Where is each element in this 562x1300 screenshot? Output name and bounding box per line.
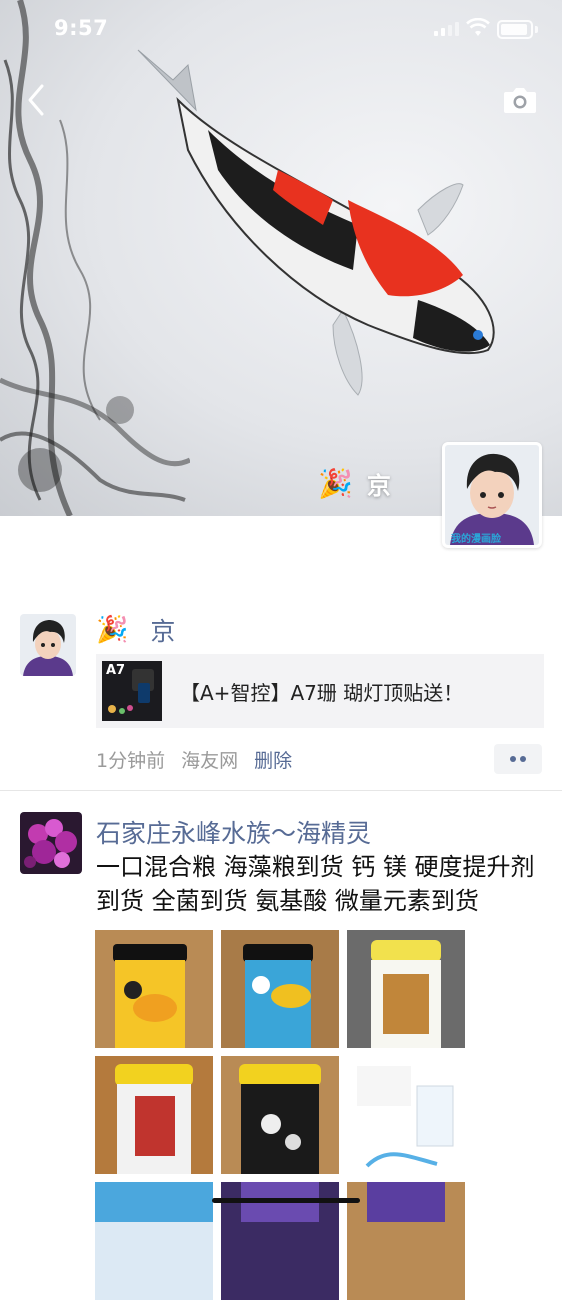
status-bar: 9:57 [0,0,562,60]
back-chevron-icon[interactable] [22,82,52,118]
post-avatar[interactable] [20,812,82,874]
link-thumbnail: A7 [102,661,162,721]
more-dots-icon[interactable] [494,744,542,774]
product-photo-4[interactable] [95,1056,213,1174]
battery-tip [535,26,538,33]
avatar-caption: 我的漫画脸 [451,532,502,545]
koi-fish-art [137,49,495,396]
shared-link-card[interactable]: A7 【A+智控】A7珊 瑚灯顶贴送！ [96,654,544,728]
product-photo-7[interactable] [95,1182,213,1300]
status-time: 9:57 [54,16,109,40]
coral-light-product-art [108,669,154,714]
cover-image[interactable] [0,0,562,516]
product-photo-9[interactable] [347,1182,465,1300]
moment-post: 🎉 京 A7 【A+智控】A7珊 瑚灯顶贴送！ 1分钟前 海友网 删除 [0,598,562,790]
link-title: 【A+智控】A7珊 瑚灯顶贴送！ [180,680,464,705]
product-photo-3[interactable] [347,930,465,1048]
product-photo-6[interactable] [347,1056,465,1174]
post-avatar[interactable] [20,614,76,676]
coral-avatar-art [20,812,82,874]
battery-icon [497,20,533,39]
party-popper-emoji: 🎉 [96,615,129,645]
post-author-name: 京 [150,617,176,646]
post-author[interactable]: 🎉 京 [96,612,175,648]
product-photo-1[interactable] [95,930,213,1048]
product-photo-2[interactable] [221,930,339,1048]
wifi-icon [466,18,490,36]
post-author-name[interactable]: 石家庄永峰水族～海精灵 [96,814,371,850]
cellular-signal-icon [434,22,459,36]
camera-icon[interactable] [502,86,538,114]
feed-divider [0,790,562,791]
post-source: 海友网 [181,750,239,772]
post-meta: 1分钟前 海友网 删除 [96,746,292,773]
moment-post: 石家庄永峰水族～海精灵 一口混合粮 海藻粮到货 钙 镁 硬度提升剂到货 全菌到货… [0,808,562,1300]
post-text: 一口混合粮 海藻粮到货 钙 镁 硬度提升剂到货 全菌到货 氨基酸 微量元素到货 [96,853,535,915]
post-time: 1分钟前 [96,750,166,772]
home-indicator[interactable] [212,1198,360,1203]
product-photo-5[interactable] [221,1056,339,1174]
anime-avatar-art: 我的漫画脸 [445,445,539,545]
cover-username[interactable]: 🎉 京 [318,466,391,501]
anime-avatar-small-art [20,614,76,676]
party-popper-emoji: 🎉 [318,466,353,500]
delete-link[interactable]: 删除 [254,746,292,773]
profile-avatar[interactable]: 我的漫画脸 [442,442,542,548]
cover-name-text: 京 [366,472,391,500]
